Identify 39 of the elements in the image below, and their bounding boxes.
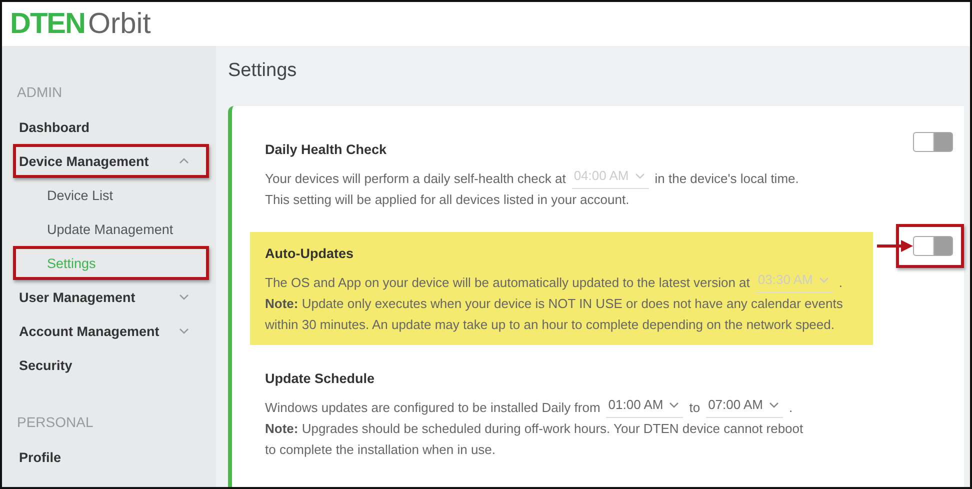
nav-item[interactable]: Dashboard xyxy=(13,110,209,144)
setting-description: Your devices will perform a daily self-health check at xyxy=(265,170,566,188)
chevron-icon xyxy=(179,158,189,164)
page-title: Settings xyxy=(228,60,298,83)
nav-item[interactable]: User Management xyxy=(13,280,209,314)
nav-item[interactable]: Update Management xyxy=(13,212,209,246)
chevron-icon xyxy=(634,172,645,178)
annotation-arrow xyxy=(877,240,913,252)
setting-description: within 30 minutes. An update may take up to an hour to complete depending on the network speed. xyxy=(265,316,834,334)
chevron-icon xyxy=(769,402,780,408)
time-dropdown[interactable]: 07:00 AM xyxy=(706,394,784,418)
nav-item[interactable]: Security xyxy=(13,348,209,382)
toggle-switch[interactable] xyxy=(913,132,953,152)
setting-title: Update Schedule xyxy=(265,371,376,386)
setting-description: This setting will be applied for all devices listed in your account. xyxy=(265,191,630,209)
nav-item[interactable]: Device List xyxy=(13,178,209,212)
setting-description: Windows updates are configured to be installed Daily from xyxy=(265,399,600,417)
setting-description: Note: Upgrades should be scheduled during off-work hours. Your DTEN device cannot reboot xyxy=(265,420,804,438)
nav-item[interactable]: Profile xyxy=(13,440,209,474)
section-heading: ADMIN xyxy=(16,83,64,102)
setting-description: to complete the installation when in use. xyxy=(265,441,496,459)
chevron-icon xyxy=(179,328,189,334)
setting-description: . xyxy=(838,274,842,292)
setting-description: . xyxy=(789,399,793,417)
setting-title: Daily Health Check xyxy=(265,142,388,157)
setting-title: Auto-Updates xyxy=(265,246,354,261)
time-dropdown[interactable]: 01:00 AM xyxy=(606,394,684,418)
chevron-icon xyxy=(818,276,829,282)
setting-description: in the device's local time. xyxy=(654,170,799,188)
chevron-icon xyxy=(669,402,680,408)
nav-item[interactable]: Account Management xyxy=(13,314,209,348)
setting-description: to xyxy=(689,399,700,417)
logo: DTENOrbit xyxy=(10,10,151,38)
nav-item[interactable]: Device Management xyxy=(13,144,209,178)
setting-description: The OS and App on your device will be automatically updated to the latest version at xyxy=(265,274,750,292)
section-heading: PERSONAL xyxy=(16,413,94,432)
setting-description: Note: Update only executes when your device is NOT IN USE or does not have any calendar events xyxy=(265,295,843,313)
toggle-switch[interactable] xyxy=(913,236,953,256)
chevron-icon xyxy=(179,294,189,300)
